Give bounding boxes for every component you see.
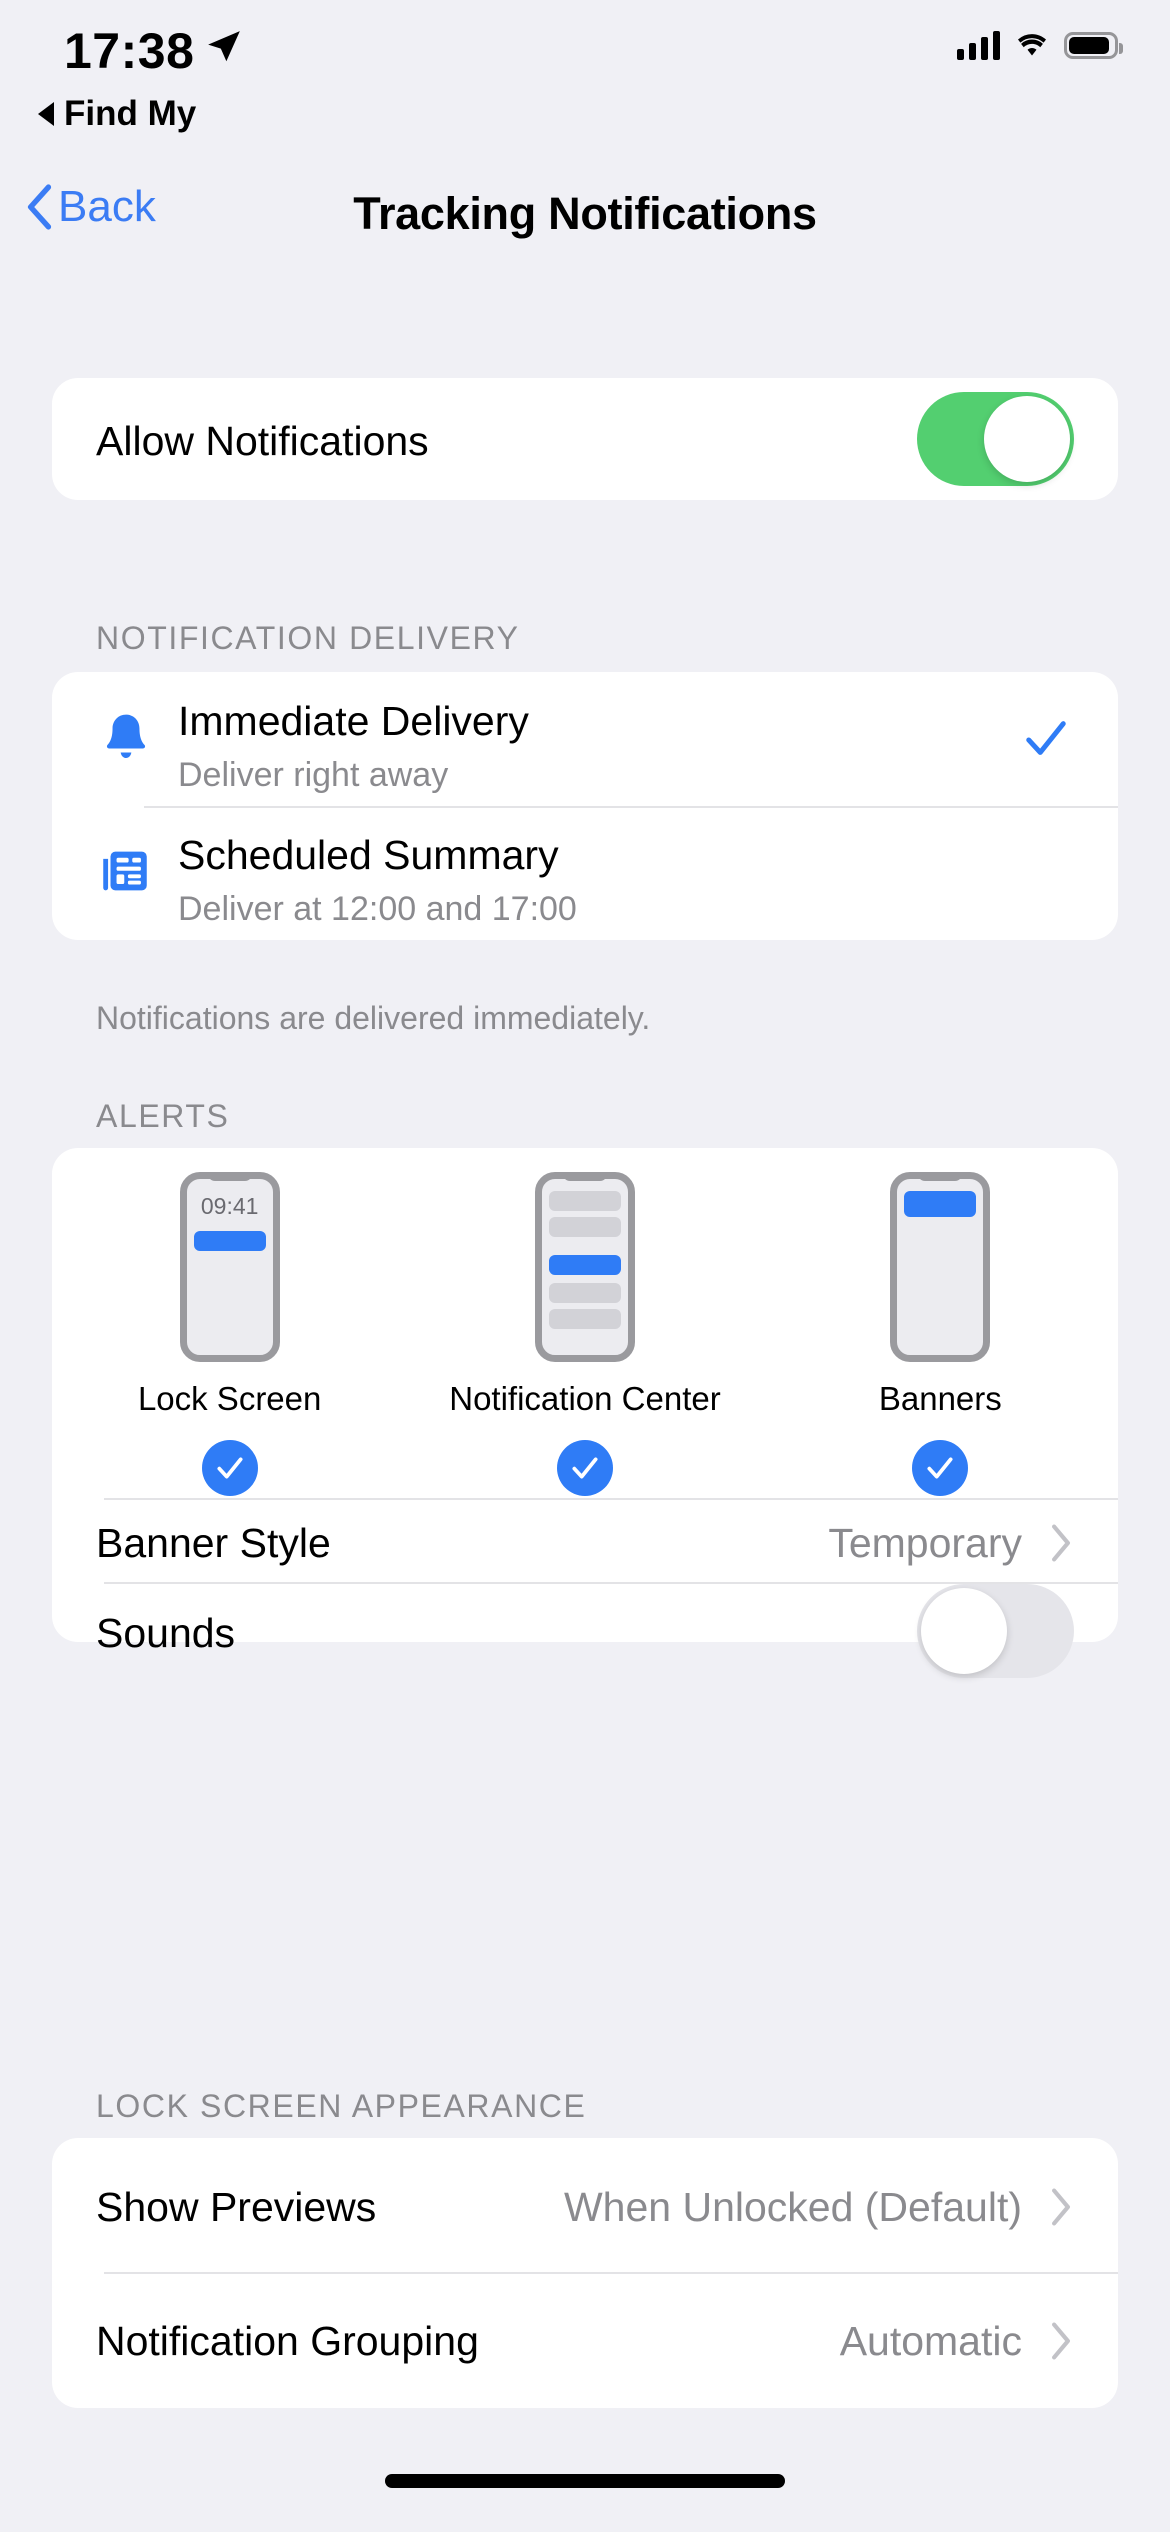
delivery-option-subtitle: Deliver right away — [178, 756, 449, 794]
delivery-option-title: Immediate Delivery — [178, 698, 529, 744]
alert-style-checkbox[interactable] — [201, 1440, 258, 1496]
phone-notch — [562, 1172, 607, 1181]
alerts-header: ALERTS — [96, 1098, 230, 1134]
delivery-option-subtitle: Deliver at 12:00 and 17:00 — [178, 890, 577, 928]
navigation-bar: Back Tracking Notifications — [0, 168, 1170, 278]
chevron-right-icon — [1052, 2322, 1070, 2360]
location-arrow-icon — [208, 31, 240, 62]
status-bar: 17:38 — [0, 0, 1170, 100]
chevron-right-icon — [1052, 2188, 1070, 2226]
notification-grouping-label: Notification Grouping — [96, 2318, 479, 2364]
show-previews-row[interactable]: Show Previews When Unlocked (Default) — [52, 2138, 1118, 2272]
preview-bar — [548, 1217, 621, 1237]
banner-style-value: Temporary — [828, 1520, 1022, 1566]
toggle-knob — [984, 396, 1070, 482]
alert-style-checkbox[interactable] — [912, 1440, 969, 1496]
wifi-icon — [1018, 34, 1046, 56]
newspaper-icon — [103, 851, 147, 891]
chevron-right-icon — [1052, 1524, 1070, 1562]
phone-notch — [207, 1172, 252, 1181]
checkmark-icon — [572, 1457, 598, 1479]
toggle-knob — [921, 1588, 1007, 1674]
lock-screen-preview-time: 09:41 — [200, 1193, 259, 1219]
page-title: Tracking Notifications — [353, 188, 817, 239]
delivery-option-immediate[interactable]: Immediate Delivery Deliver right away — [52, 672, 1118, 806]
banner-style-label: Banner Style — [96, 1520, 331, 1566]
lock-screen-preview: 09:41 — [179, 1172, 280, 1362]
allow-notifications-toggle[interactable] — [917, 392, 1074, 486]
allow-notifications-label: Allow Notifications — [96, 418, 429, 464]
alert-style-banners[interactable]: Banners — [763, 1172, 1118, 1496]
cellular-bars-icon — [957, 30, 1000, 60]
phone-notch — [918, 1172, 963, 1181]
lock-screen-appearance-header: LOCK SCREEN APPEARANCE — [96, 2088, 587, 2124]
banner-style-row[interactable]: Banner Style Temporary — [52, 1498, 1118, 1582]
sounds-label: Sounds — [96, 1610, 236, 1656]
sounds-toggle[interactable] — [917, 1584, 1074, 1678]
show-previews-label: Show Previews — [96, 2184, 377, 2230]
allow-notifications-card: Allow Notifications — [52, 378, 1118, 500]
banners-preview — [890, 1172, 991, 1362]
preview-bar — [548, 1191, 621, 1211]
preview-notification-bar — [904, 1191, 977, 1217]
preview-notification-bar — [548, 1255, 621, 1275]
battery-icon — [1064, 31, 1123, 59]
alert-style-label: Notification Center — [449, 1380, 721, 1417]
delivery-option-title: Scheduled Summary — [178, 832, 559, 878]
checkmark-icon — [217, 1457, 243, 1479]
alert-style-checkbox[interactable] — [556, 1440, 613, 1496]
show-previews-value: When Unlocked (Default) — [563, 2184, 1022, 2230]
notification-grouping-row[interactable]: Notification Grouping Automatic — [52, 2272, 1118, 2408]
alerts-card: 09:41 Lock Screen Notification Center Ba… — [52, 1148, 1118, 1678]
status-bar-indicators — [957, 30, 1123, 60]
notification-delivery-card: Immediate Delivery Deliver right away Sc… — [52, 672, 1118, 940]
notification-grouping-value: Automatic — [839, 2318, 1022, 2364]
checkmark-icon — [927, 1457, 953, 1479]
alert-style-label: Banners — [878, 1380, 1002, 1417]
notification-delivery-footer: Notifications are delivered immediately. — [96, 1000, 651, 1036]
alert-style-label: Lock Screen — [137, 1380, 322, 1417]
preview-bar — [548, 1309, 621, 1329]
preview-notification-bar — [193, 1231, 266, 1251]
preview-bar — [548, 1283, 621, 1303]
back-to-find-my-button[interactable]: Find My — [38, 94, 196, 134]
bell-icon — [106, 714, 146, 759]
checkmark-icon — [1026, 721, 1066, 755]
status-bar-time: 17:38 — [64, 23, 195, 79]
alert-style-notification-center[interactable]: Notification Center — [407, 1172, 762, 1496]
home-indicator[interactable] — [385, 2474, 785, 2488]
notification-delivery-header: NOTIFICATION DELIVERY — [96, 620, 520, 656]
sounds-row: Sounds — [52, 1582, 1118, 1678]
lock-screen-appearance-card: Show Previews When Unlocked (Default) No… — [52, 2138, 1118, 2408]
delivery-option-scheduled[interactable]: Scheduled Summary Deliver at 12:00 and 1… — [52, 806, 1118, 940]
iphone-screen: 17:38 Find My Back Tracking Notification… — [0, 0, 1170, 2532]
back-to-app-label: Find My — [64, 94, 197, 133]
notification-center-preview — [534, 1172, 635, 1362]
alert-style-lock-screen[interactable]: 09:41 Lock Screen — [52, 1172, 407, 1496]
back-triangle-icon — [38, 102, 54, 126]
